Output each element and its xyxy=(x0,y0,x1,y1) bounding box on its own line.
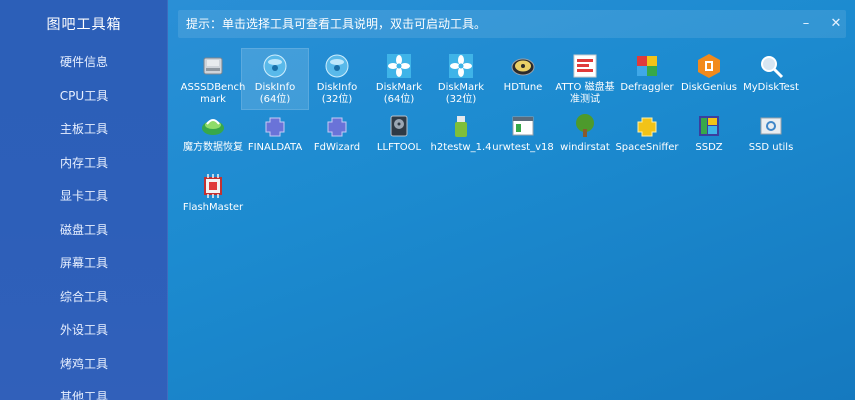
tool-diskmark-64[interactable]: DiskMark (64位) xyxy=(366,49,432,109)
tool-label: Defraggler xyxy=(620,82,674,93)
usb-icon xyxy=(455,116,467,137)
tool-fdwizard[interactable]: FdWizard xyxy=(304,109,370,169)
tool-grid: ASSSDBench mark DiskInfo (64位) DiskInfo … xyxy=(180,48,840,389)
tool-label: SSDZ xyxy=(695,142,723,153)
tool-diskmark-32[interactable]: DiskMark (32位) xyxy=(428,49,494,109)
sidebar-item-general-tools[interactable]: 综合工具 xyxy=(0,281,168,315)
ssd-utils-icon xyxy=(760,117,782,135)
tool-label: 魔方数据恢复 xyxy=(183,142,243,153)
puzzle-icon xyxy=(265,117,285,137)
sidebar-item-hardware-info[interactable]: 硬件信息 xyxy=(0,46,168,80)
cubes-icon xyxy=(637,56,657,76)
sidebar-item-stress-tools[interactable]: 烤鸡工具 xyxy=(0,348,168,382)
tool-assssdbenchmark[interactable]: ASSSDBench mark xyxy=(180,49,246,109)
ssdz-icon xyxy=(699,116,719,136)
tool-label: FdWizard xyxy=(313,142,361,153)
tool-label: HDTune xyxy=(503,82,543,93)
tool-label: SpaceSniffer xyxy=(615,142,679,153)
tool-label: DiskMark (32位) xyxy=(437,82,485,105)
tool-label: DiskMark (64位) xyxy=(375,82,423,105)
tool-defraggler[interactable]: Defraggler xyxy=(614,49,680,109)
disk-sphere-icon xyxy=(325,54,349,78)
tool-label: ASSSDBench mark xyxy=(180,82,246,105)
tool-label: DiskInfo (32位) xyxy=(316,82,358,105)
sidebar-item-cpu-tools[interactable]: CPU工具 xyxy=(0,80,168,114)
tool-label: h2testw_1.4 xyxy=(430,142,492,153)
magnifier-icon xyxy=(761,56,784,79)
tool-llftool[interactable]: LLFTOOL xyxy=(366,109,432,169)
tool-label: MyDiskTest xyxy=(743,82,799,93)
harddisk-icon xyxy=(511,58,535,76)
tool-label: FINALDATA xyxy=(247,142,303,153)
drive-icon xyxy=(203,57,223,75)
tool-flashmaster[interactable]: FlashMaster xyxy=(180,169,246,229)
recovery-icon xyxy=(202,119,224,135)
sidebar-item-memory-tools[interactable]: 内存工具 xyxy=(0,147,168,181)
tool-spacesniffer[interactable]: SpaceSniffer xyxy=(614,109,680,169)
tree-icon xyxy=(576,114,594,137)
flower-icon xyxy=(449,54,473,78)
flower-icon xyxy=(387,54,411,78)
close-button[interactable]: ✕ xyxy=(826,14,846,34)
app-title: 图吧工具箱 xyxy=(46,17,122,33)
tool-label: DiskInfo (64位) xyxy=(254,82,296,105)
tool-mydisktest[interactable]: MyDiskTest xyxy=(738,49,804,109)
sidebar-item-peripheral-tools[interactable]: 外设工具 xyxy=(0,314,168,348)
disk-sphere-icon xyxy=(263,54,287,78)
tool-label: windirstat xyxy=(560,142,610,153)
tool-ssd-utils[interactable]: SSD utils xyxy=(738,109,804,169)
sidebar-item-motherboard-tools[interactable]: 主板工具 xyxy=(0,113,168,147)
minimize-button[interactable]: – xyxy=(796,14,816,34)
puzzle-icon xyxy=(327,117,347,137)
hint-bar: 提示：单击选择工具可查看工具说明，双击可启动工具。 – ✕ xyxy=(178,10,846,38)
hdd-box-icon xyxy=(390,115,408,137)
hint-text: 提示：单击选择工具可查看工具说明，双击可启动工具。 xyxy=(186,17,487,31)
tool-diskgenius[interactable]: DiskGenius xyxy=(676,49,742,109)
sidebar-menu: 硬件信息 CPU工具 主板工具 内存工具 显卡工具 磁盘工具 屏幕工具 综合工具… xyxy=(0,46,168,400)
tool-label: LLFTOOL xyxy=(376,142,422,153)
sidebar-item-screen-tools[interactable]: 屏幕工具 xyxy=(0,247,168,281)
tool-label: ATTO 磁盘基 准测试 xyxy=(555,82,615,105)
tool-hdtune[interactable]: HDTune xyxy=(490,49,556,109)
tool-h2testw[interactable]: h2testw_1.4 xyxy=(428,109,494,169)
window-icon xyxy=(512,116,534,136)
sidebar-item-gpu-tools[interactable]: 显卡工具 xyxy=(0,180,168,214)
puzzle-yellow-icon xyxy=(637,117,657,137)
tool-label: FlashMaster xyxy=(182,202,244,213)
tool-windirstat[interactable]: windirstat xyxy=(552,109,618,169)
atto-icon xyxy=(573,54,597,78)
tool-atto[interactable]: ATTO 磁盘基 准测试 xyxy=(552,49,618,109)
sidebar-item-disk-tools[interactable]: 磁盘工具 xyxy=(0,214,168,248)
sidebar: 图吧工具箱 硬件信息 CPU工具 主板工具 内存工具 显卡工具 磁盘工具 屏幕工… xyxy=(0,0,168,400)
tool-label: DiskGenius xyxy=(680,82,738,93)
tool-diskinfo-64[interactable]: DiskInfo (64位) xyxy=(241,48,309,110)
sidebar-item-other-tools[interactable]: 其他工具 xyxy=(0,381,168,400)
main-panel: 提示：单击选择工具可查看工具说明，双击可启动工具。 – ✕ ASSSDBench… xyxy=(168,0,855,400)
tool-urwtest[interactable]: urwtest_v18 xyxy=(490,109,556,169)
chip-icon xyxy=(204,174,222,198)
tool-ssdz[interactable]: SSDZ xyxy=(676,109,742,169)
tool-label: urwtest_v18 xyxy=(492,142,554,153)
tool-label: SSD utils xyxy=(748,142,794,153)
tool-finaldata[interactable]: FINALDATA xyxy=(242,109,308,169)
tool-mofang-recovery[interactable]: 魔方数据恢复 xyxy=(180,109,246,169)
diskgenius-icon xyxy=(698,54,720,78)
tool-diskinfo-32[interactable]: DiskInfo (32位) xyxy=(304,49,370,109)
